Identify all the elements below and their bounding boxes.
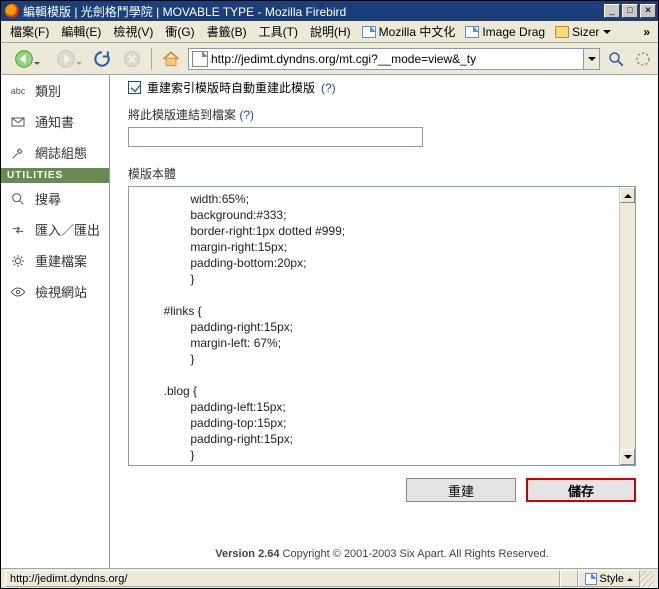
sidebar-item-label: 通知書 — [35, 112, 74, 131]
menu-edit[interactable]: 編輯(E) — [56, 21, 106, 42]
envelope-icon — [9, 113, 27, 131]
help-link[interactable]: (?) — [321, 81, 336, 95]
reload-icon — [92, 49, 112, 69]
window-title: 編輯模版 | 光劍格鬥學院 | MOVABLE TYPE - Mozilla F… — [23, 3, 604, 20]
close-button[interactable]: ✕ — [640, 4, 656, 18]
menu-go[interactable]: 衝(G) — [160, 21, 199, 42]
bookmark-image-drag[interactable]: Image Drag — [461, 23, 549, 41]
nav-toolbar — [1, 43, 658, 75]
scroll-track[interactable] — [620, 203, 635, 449]
version-label: Version 2.64 — [215, 548, 279, 560]
sidebar-item-weblog-config[interactable]: 網誌組態 — [1, 137, 109, 168]
eye-icon — [9, 283, 27, 301]
reload-button[interactable] — [89, 46, 115, 72]
sidebar-item-label: 重建檔案 — [35, 251, 87, 270]
auto-rebuild-label: 重建索引模版時自動重建此模版 — [147, 79, 315, 96]
search-icon — [607, 50, 625, 68]
main-content: 重建索引模版時自動重建此模版 (?) 將此模版連結到檔案 (?) 模版本體 wi… — [110, 75, 658, 568]
sidebar-utilities-header: UTILITIES — [1, 168, 109, 183]
document-icon — [362, 26, 376, 38]
sidebar-item-label: 檢視網站 — [35, 282, 87, 301]
url-bar[interactable] — [188, 48, 600, 70]
mt-sidebar: abc 類別 通知書 網誌組態 UTILITIES 搜尋 匯入／匯出 — [1, 75, 110, 568]
menu-bookmarks[interactable]: 書籤(B) — [202, 21, 252, 42]
bookmark-label: Sizer — [572, 25, 599, 39]
style-switcher[interactable]: Style — [578, 570, 640, 587]
menu-help[interactable]: 說明(H) — [305, 21, 356, 42]
arrow-right-icon — [56, 49, 76, 69]
url-input[interactable] — [211, 50, 583, 68]
abc-icon: abc — [9, 82, 27, 100]
document-icon — [585, 573, 597, 585]
stop-icon — [122, 49, 142, 69]
window-titlebar: 編輯模版 | 光劍格鬥學院 | MOVABLE TYPE - Mozilla F… — [1, 1, 658, 21]
footer: Version 2.64 Copyright © 2001-2003 Six A… — [128, 548, 636, 560]
stop-button[interactable] — [119, 46, 145, 72]
bookmark-label: Image Drag — [482, 25, 545, 39]
activity-throbber — [632, 48, 654, 70]
chevron-up-icon — [627, 575, 633, 581]
home-button[interactable] — [158, 46, 184, 72]
back-button[interactable] — [5, 46, 43, 72]
scroll-down-button[interactable] — [620, 449, 635, 465]
gear-icon — [9, 252, 27, 270]
document-icon — [465, 26, 479, 38]
maximize-button[interactable]: □ — [622, 4, 638, 18]
home-icon — [161, 49, 181, 69]
resize-grip[interactable] — [640, 571, 654, 587]
sidebar-item-rebuild[interactable]: 重建檔案 — [1, 245, 109, 276]
throbber-icon — [634, 50, 652, 68]
help-link[interactable]: (?) — [239, 108, 254, 122]
chevron-down-icon — [587, 54, 597, 64]
arrow-left-icon — [14, 49, 34, 69]
menu-tools[interactable]: 工具(T) — [254, 21, 303, 42]
url-dropdown[interactable] — [583, 49, 599, 69]
status-pane — [560, 570, 578, 587]
link-file-label: 將此模版連結到檔案 — [128, 108, 236, 122]
template-body-textarea[interactable]: width:65%; background:#333; border-right… — [129, 187, 619, 465]
bookmark-sizer[interactable]: Sizer — [551, 23, 616, 41]
sidebar-item-view-site[interactable]: 檢視網站 — [1, 276, 109, 307]
sidebar-item-label: 網誌組態 — [35, 143, 87, 162]
link-file-input[interactable] — [128, 127, 423, 147]
style-switcher-label: Style — [600, 573, 624, 585]
rebuild-button[interactable]: 重建 — [406, 478, 516, 502]
bookmark-label: Mozilla 中文化 — [379, 23, 456, 40]
sidebar-item-import-export[interactable]: 匯入／匯出 — [1, 214, 109, 245]
go-button[interactable] — [604, 48, 628, 70]
page-icon — [192, 51, 208, 67]
bookmark-mozilla-zh[interactable]: Mozilla 中文化 — [358, 21, 460, 42]
copyright-text: Copyright © 2001-2003 Six Apart. All Rig… — [280, 548, 549, 560]
scroll-up-button[interactable] — [620, 187, 635, 203]
status-text: http://jedimt.dyndns.org/ — [5, 570, 560, 587]
menu-overflow[interactable]: » — [639, 25, 654, 39]
folder-icon — [555, 26, 569, 38]
sidebar-item-categories[interactable]: abc 類別 — [1, 75, 109, 106]
sidebar-item-label: 搜尋 — [35, 189, 61, 208]
auto-rebuild-checkbox[interactable] — [128, 81, 141, 94]
toolbar-separator — [151, 48, 152, 70]
sidebar-item-label: 匯入／匯出 — [35, 220, 100, 239]
minimize-button[interactable]: _ — [604, 4, 620, 18]
menu-view[interactable]: 檢視(V) — [108, 21, 158, 42]
sidebar-item-search[interactable]: 搜尋 — [1, 183, 109, 214]
statusbar: http://jedimt.dyndns.org/ Style — [1, 568, 658, 588]
vertical-scrollbar[interactable] — [619, 187, 635, 465]
tools-icon — [9, 144, 27, 162]
menu-file[interactable]: 檔案(F) — [5, 21, 54, 42]
save-button[interactable]: 儲存 — [526, 478, 636, 502]
forward-button[interactable] — [47, 46, 85, 72]
sidebar-item-notifications[interactable]: 通知書 — [1, 106, 109, 137]
app-icon — [5, 4, 19, 18]
import-export-icon — [9, 221, 27, 239]
menubar: 檔案(F) 編輯(E) 檢視(V) 衝(G) 書籤(B) 工具(T) 說明(H)… — [1, 21, 658, 43]
search-icon — [9, 190, 27, 208]
chevron-down-icon — [602, 27, 612, 37]
sidebar-item-label: 類別 — [35, 81, 61, 100]
template-body-label: 模版本體 — [128, 165, 636, 182]
